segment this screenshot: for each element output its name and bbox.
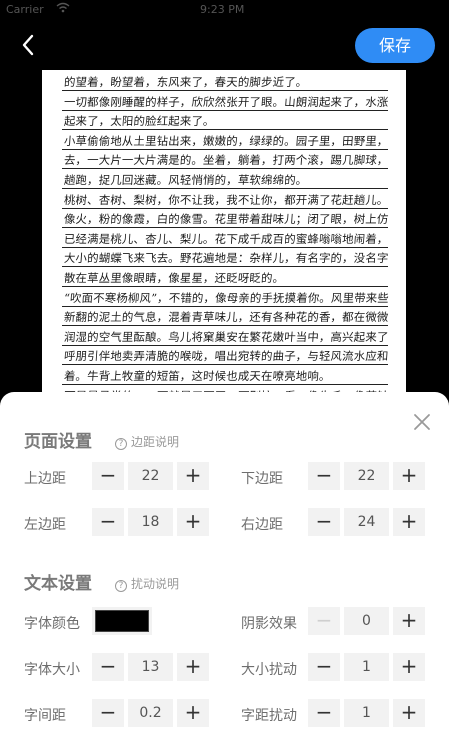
size-jitter-label: 大小扰动 [241, 662, 297, 678]
preview-text-line: 的望着，盼望着，东风来了，春天的脚步近了。 [63, 75, 308, 89]
status-time: 9:23 PM [200, 3, 245, 16]
ruled-line [62, 364, 388, 366]
preview-text-line: 趟跑，捉几回迷藏。风轻悄悄的，草软绵绵的。 [63, 173, 308, 187]
color-swatch [95, 610, 149, 632]
save-button[interactable]: 保存 [355, 28, 435, 63]
ruled-line [62, 207, 388, 209]
preview-text-line: 新翻的泥土的气息，混着青草味儿，还有各种花的香，都在微微 [63, 310, 389, 325]
right-margin-stepper: − 24 + [308, 508, 425, 536]
jitter-help-link[interactable]: ? 扰动说明 [115, 575, 179, 592]
page-settings-title: 页面设置 [24, 432, 92, 452]
stepper-value[interactable]: 0.2 [128, 699, 173, 727]
preview-text-line: 呼朋引伴地卖弄清脆的喉咙，唱出宛转的曲子，与轻风流水应和 [63, 349, 389, 364]
bottom-margin-stepper: − 22 + [308, 462, 425, 490]
ruled-line [62, 384, 388, 385]
stepper-value[interactable]: 22 [128, 462, 173, 490]
preview-text-line: 着。牛背上牧童的短笛，这时候也成天在嘹亮地响。 [63, 369, 332, 383]
text-settings-title: 文本设置 [24, 574, 92, 594]
char-spacing-stepper: − 0.2 + [92, 699, 209, 727]
preview-text-line: 小草偷偷地从土里钻出来，嫩嫩的，绿绿的。园子里，田野里，瞧 [63, 133, 389, 148]
left-margin-label: 左边距 [24, 517, 66, 533]
minus-button[interactable]: − [92, 699, 124, 727]
minus-button[interactable]: − [92, 508, 124, 536]
question-icon: ? [115, 580, 127, 592]
preview-text-line: 像火，粉的像霞，白的像雪。花里带着甜味儿；闭了眼，树上仿佛 [63, 212, 389, 227]
preview-text-line: 润湿的空气里酝酿。鸟儿将窠巢安在繁花嫩叶当中，高兴起来了， [63, 329, 389, 344]
preview-text-line: 去，一大片一大片满是的。坐着，躺着，打两个滚，踢几脚球，赛几 [63, 153, 389, 168]
minus-button[interactable]: − [308, 699, 340, 727]
plus-button[interactable]: + [177, 462, 209, 490]
left-margin-stepper: − 18 + [92, 508, 209, 536]
plus-button[interactable]: + [393, 607, 425, 635]
stepper-value[interactable]: 1 [344, 699, 389, 727]
preview-text-line: 已经满是桃儿、杏儿、梨儿。花下成千成百的蜜蜂嗡嗡地闹着， [63, 231, 389, 246]
minus-button[interactable]: − [308, 462, 340, 490]
stepper-value[interactable]: 0 [344, 607, 389, 635]
ruled-line [62, 305, 388, 307]
preview-text-line: 一切都像刚睡醒的样子，欣欣然张开了眼。山朗润起来了，水涨 [63, 94, 389, 109]
minus-button[interactable]: − [308, 653, 340, 681]
font-size-label: 字体大小 [24, 662, 80, 678]
margin-help-label: 边距说明 [131, 435, 180, 449]
chevron-left-icon [22, 34, 34, 56]
char-spacing-label: 字间距 [24, 708, 66, 724]
stepper-value[interactable]: 24 [344, 508, 389, 536]
font-color-picker[interactable] [92, 607, 152, 635]
ruled-line [62, 286, 388, 287]
spacing-jitter-stepper: − 1 + [308, 699, 425, 727]
stepper-value[interactable]: 1 [344, 653, 389, 681]
status-bar: Carrier 9:23 PM [0, 0, 449, 18]
ruled-line [62, 246, 388, 248]
preview-text-line: “吹面不寒杨柳风”，不错的，像母亲的手抚摸着你。风里带来些 [63, 290, 389, 305]
margin-help-link[interactable]: ? 边距说明 [115, 433, 179, 450]
stepper-value[interactable]: 13 [128, 653, 173, 681]
ruled-line [62, 109, 388, 111]
bottom-margin-label: 下边距 [241, 471, 283, 487]
ruled-line [62, 188, 388, 189]
plus-button[interactable]: + [177, 508, 209, 536]
minus-button[interactable]: − [92, 462, 124, 490]
close-icon [414, 414, 430, 430]
preview-text-line: 桃树、杏树、梨树，你不让我，我不让你，都开满了花赶趟儿。红的 [63, 192, 389, 207]
spacing-jitter-label: 字距扰动 [241, 708, 297, 724]
size-jitter-stepper: − 1 + [308, 653, 425, 681]
plus-button[interactable]: + [177, 653, 209, 681]
stepper-value[interactable]: 22 [344, 462, 389, 490]
right-margin-label: 右边距 [241, 517, 283, 533]
carrier-label: Carrier [6, 3, 44, 16]
plus-button[interactable]: + [393, 699, 425, 727]
ruled-line [62, 325, 388, 327]
top-margin-label: 上边距 [24, 471, 66, 487]
top-margin-stepper: − 22 + [92, 462, 209, 490]
plus-button[interactable]: + [177, 699, 209, 727]
wifi-icon [56, 2, 70, 16]
plus-button[interactable]: + [393, 653, 425, 681]
ruled-line [62, 148, 388, 150]
settings-sheet: 页面设置 ? 边距说明 上边距 − 22 + 下边距 − 22 + 左边距 − 1… [0, 392, 449, 747]
plus-button[interactable]: + [393, 462, 425, 490]
handwriting-preview: 的望着，盼望着，东风来了，春天的脚步近了。一切都像刚睡醒的样子，欣欣然张开了眼。… [42, 70, 406, 400]
close-button[interactable] [410, 410, 434, 434]
ruled-line [62, 266, 388, 268]
ruled-line [62, 168, 388, 170]
plus-button[interactable]: + [393, 508, 425, 536]
ruled-line [62, 344, 388, 346]
ruled-line [62, 227, 388, 229]
font-size-stepper: − 13 + [92, 653, 209, 681]
preview-text-line: 大小的蝴蝶飞来飞去。野花遍地是：杂样儿，有名字的，没名字的， [63, 251, 389, 266]
minus-button[interactable]: − [92, 653, 124, 681]
back-button[interactable] [14, 30, 44, 60]
ruled-line [62, 129, 388, 131]
shadow-label: 阴影效果 [241, 616, 297, 632]
font-color-label: 字体颜色 [24, 616, 80, 632]
jitter-help-label: 扰动说明 [131, 577, 180, 591]
minus-button[interactable]: − [308, 508, 340, 536]
preview-text-line: 散在草丛里像眼睛，像星星，还眨呀眨的。 [63, 271, 285, 285]
question-icon: ? [115, 438, 127, 450]
shadow-stepper: − 0 + [308, 607, 425, 635]
minus-button[interactable]: − [308, 607, 340, 635]
stepper-value[interactable]: 18 [128, 508, 173, 536]
preview-text-line: 起来了，太阳的脸红起来了。 [63, 114, 216, 129]
ruled-line [62, 90, 388, 91]
